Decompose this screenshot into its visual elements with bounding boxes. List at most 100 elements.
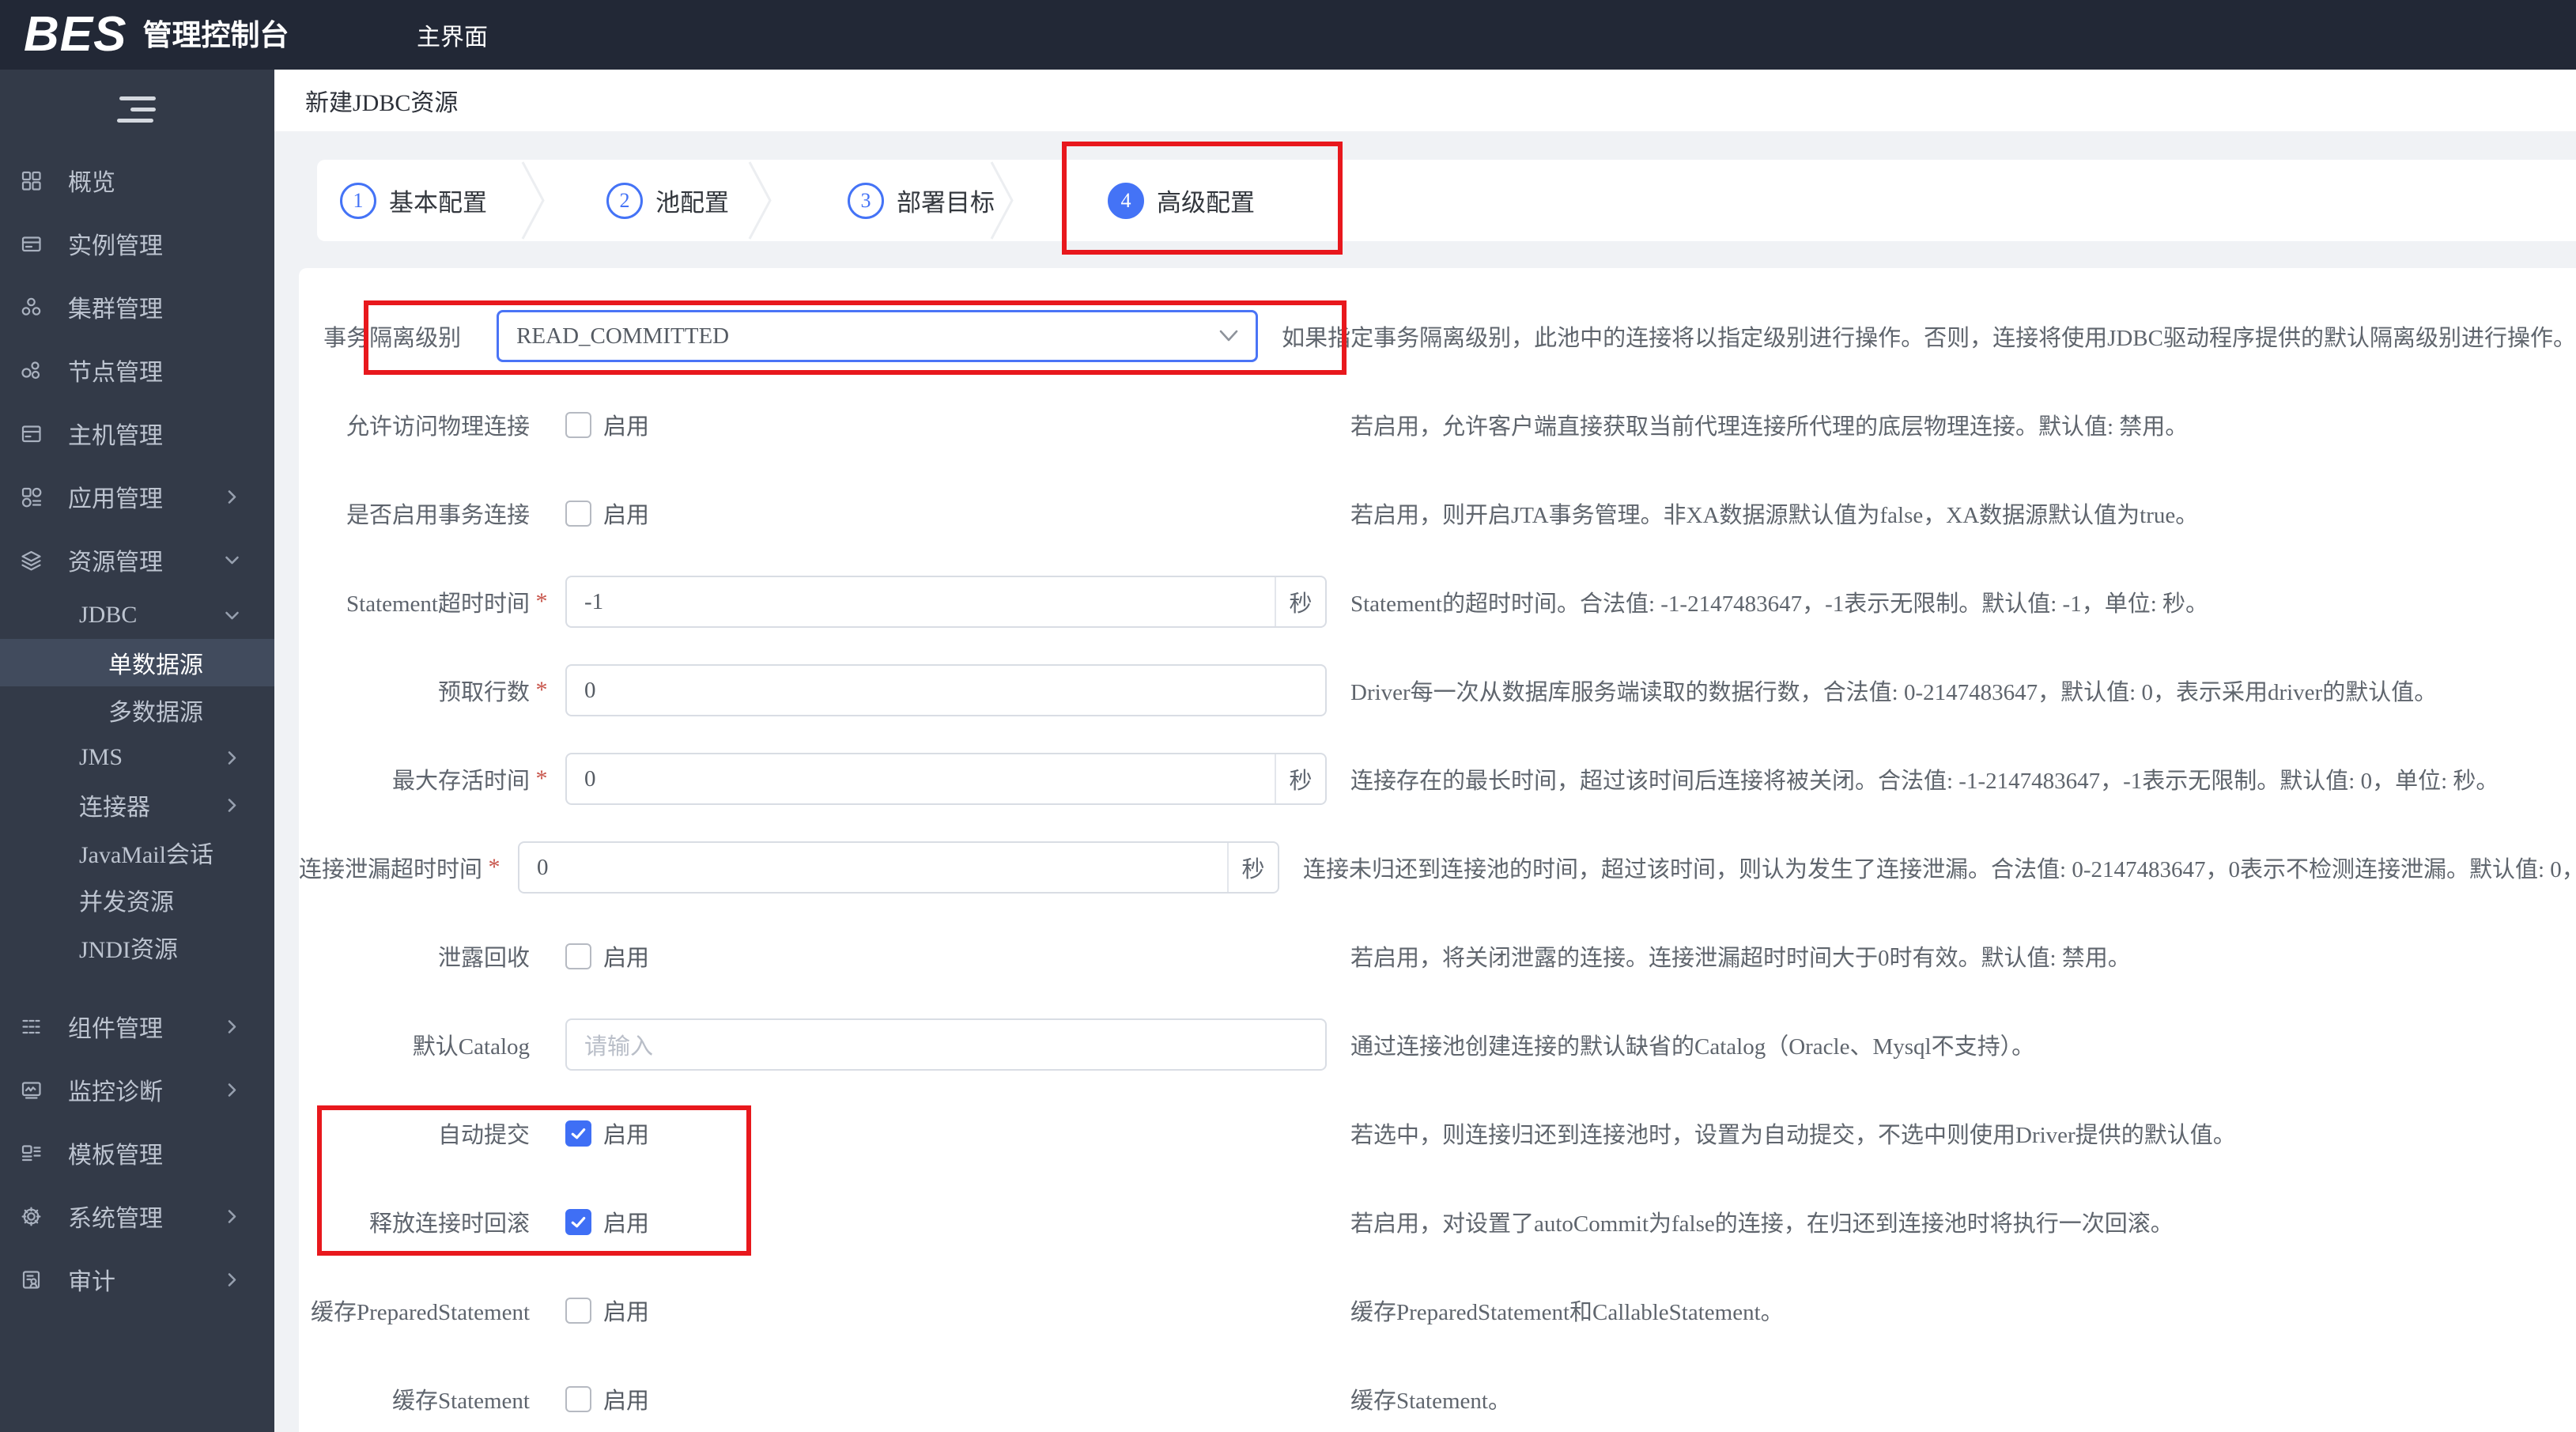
form-rows: 事务隔离级别 READ_COMMITTED 如果指定事务隔离级别，此池中的连接将以指… (299, 292, 2576, 1432)
field-control-connection-leak-timeout: 0秒 (518, 841, 1280, 894)
sidebar-item-templates[interactable]: 模板管理 (0, 1121, 274, 1185)
sidebar-item-label: 集群管理 (68, 297, 163, 323)
stepper-step-2[interactable]: 2 池配置 (606, 160, 729, 241)
bes-logo-text: BES (24, 7, 127, 62)
rollback-on-release-checkbox[interactable] (565, 1208, 591, 1235)
sidebar-item-label: JNDI资源 (79, 937, 178, 963)
field-description-enable-transaction-connection: 若启用，则开启JTA事务管理。非XA数据源默认值为false，XA数据源默认值为… (1350, 503, 2199, 528)
cluster-icon (21, 297, 42, 318)
tab-main-view[interactable]: 主界面 (417, 0, 488, 70)
sidebar-item-javamail[interactable]: JavaMail会话 (0, 829, 274, 876)
sidebar-item-jms[interactable]: JMS (0, 734, 274, 781)
sidebar-item-label: 组件管理 (68, 1016, 163, 1042)
sidebar-item-components[interactable]: 组件管理 (0, 995, 274, 1058)
field-description-default-catalog: 通过连接池创建连接的默认缺省的Catalog（Oracle、Mysql不支持）。 (1350, 1034, 2035, 1060)
field-label-text: 事务隔离级别 (323, 326, 462, 351)
instance-icon (21, 233, 42, 255)
chevron-right-icon (221, 1269, 243, 1290)
stepper-step-1[interactable]: 1 基本配置 (340, 160, 487, 241)
hamburger-bar (130, 107, 156, 111)
field-label-connection-leak-timeout: 连接泄漏超时时间 * (299, 851, 506, 884)
step-label: 部署目标 (897, 189, 995, 217)
cache-statement-checkbox[interactable] (565, 1385, 591, 1412)
sidebar-item-monitoring[interactable]: 监控诊断 (0, 1058, 274, 1121)
cache-prepared-statement-checkbox[interactable] (565, 1297, 591, 1324)
step-separator-chevron (520, 160, 547, 241)
step-label: 池配置 (655, 189, 729, 217)
connection-leak-timeout-input[interactable]: 0秒 (518, 841, 1280, 894)
required-asterisk: * (535, 765, 548, 792)
sidebar-item-resources[interactable]: 资源管理 (0, 528, 274, 591)
form-row-allow-physical-connection: 允许访问物理连接 启用 若启用，允许客户端直接获取当前代理连接所代理的底层物理连接。… (299, 380, 2576, 469)
allow-physical-connection-checkbox[interactable] (565, 411, 591, 438)
input-value: 0 (584, 677, 596, 703)
sidebar-item-jdbc[interactable]: JDBC (0, 591, 274, 639)
required-asterisk: * (535, 588, 548, 614)
field-description-leak-reclaim: 若启用，将关闭泄露的连接。连接泄漏超时时间大于0时有效。默认值: 禁用。 (1350, 946, 2131, 971)
bes-logo: BES 管理控制台 (24, 0, 289, 70)
field-label-text: 缓存PreparedStatement (310, 1300, 530, 1325)
default-catalog-input[interactable]: 请输入 (565, 1018, 1327, 1071)
statement-timeout-input[interactable]: -1 秒 (565, 576, 1327, 628)
hamburger-bar (116, 118, 153, 123)
sidebar-item-label: 资源管理 (68, 550, 163, 576)
sidebar-item-audit[interactable]: 审计 (0, 1248, 274, 1311)
form-row-cache-prepared-statement: 缓存PreparedStatement 启用 缓存PreparedStatement… (299, 1266, 2576, 1355)
step-label: 基本配置 (389, 189, 487, 217)
host-icon (21, 423, 42, 444)
sidebar-item-single-datasource[interactable]: 单数据源 (0, 639, 274, 686)
input-unit-suffix: 秒 (1275, 577, 1325, 626)
sidebar-item-multi-datasource[interactable]: 多数据源 (0, 686, 274, 734)
txn-isolation-select[interactable]: READ_COMMITTED (497, 310, 1259, 362)
checkbox-label: 启用 (603, 946, 650, 971)
sidebar-item-nodes[interactable]: 节点管理 (0, 338, 274, 402)
leak-reclaim-checkbox[interactable] (565, 943, 591, 969)
enable-transaction-connection-checkbox[interactable] (565, 500, 591, 527)
sidebar-item-clusters[interactable]: 集群管理 (0, 275, 274, 338)
input-unit-suffix: 秒 (1227, 843, 1278, 892)
sidebar-item-label: JMS (79, 744, 123, 770)
sidebar-item-label: 审计 (68, 1269, 115, 1295)
field-description-cache-prepared-statement: 缓存PreparedStatement和CallableStatement。 (1350, 1300, 1784, 1325)
form-row-prefetch-rows: 预取行数 * 0 Driver每一次从数据库服务端读取的数据行数，合法值: 0-214… (299, 646, 2576, 735)
sidebar-item-hosts[interactable]: 主机管理 (0, 402, 274, 465)
template-icon (21, 1143, 42, 1164)
field-description-max-lifetime: 连接存在的最长时间，超过该时间后连接将被关闭。合法值: -1-214748364… (1350, 769, 2499, 794)
step-separator-chevron (747, 160, 774, 241)
bes-logo-subtitle: 管理控制台 (142, 18, 289, 51)
field-label-text: Statement超时时间 (346, 591, 530, 617)
prefetch-rows-input[interactable]: 0 (565, 664, 1327, 716)
select-value: READ_COMMITTED (516, 323, 730, 349)
stepper-step-4[interactable]: 4 高级配置 (1108, 160, 1255, 241)
field-control-rollback-on-release: 启用 (565, 1205, 1327, 1238)
sidebar-collapse-icon[interactable] (0, 70, 274, 149)
step-number-badge: 3 (848, 182, 884, 219)
sidebar-item-concurrent[interactable]: 并发资源 (0, 876, 274, 924)
checkbox-label: 启用 (603, 414, 650, 440)
form-row-cache-statement: 缓存Statement 启用 缓存Statement。 (299, 1355, 2576, 1432)
sidebar-item-instances[interactable]: 实例管理 (0, 212, 274, 275)
field-description-connection-leak-timeout: 连接未归还到连接池的时间，超过该时间，则认为发生了连接泄漏。合法值: 0-214… (1303, 857, 2576, 882)
sidebar-item-overview[interactable]: 概览 (0, 149, 274, 212)
field-description-prefetch-rows: Driver每一次从数据库服务端读取的数据行数，合法值: 0-214748364… (1350, 680, 2438, 705)
sidebar-item-jndi[interactable]: JNDI资源 (0, 924, 274, 971)
field-label-text: 缓存Statement (392, 1389, 530, 1414)
chevron-right-icon (221, 795, 243, 816)
sidebar-item-label: 主机管理 (68, 423, 163, 449)
stepper-step-3[interactable]: 3 部署目标 (848, 160, 995, 241)
field-control-statement-timeout: -1 秒 (565, 576, 1327, 628)
field-description-cache-statement: 缓存Statement。 (1350, 1389, 1511, 1414)
sidebar-item-applications[interactable]: 应用管理 (0, 465, 274, 528)
sidebar-item-connectors[interactable]: 连接器 (0, 781, 274, 829)
sidebar-item-system[interactable]: 系统管理 (0, 1185, 274, 1248)
field-control-txn-isolation: READ_COMMITTED (497, 310, 1259, 362)
required-asterisk: * (535, 677, 548, 703)
auto-commit-checkbox[interactable] (565, 1120, 591, 1147)
chevron-right-icon (221, 1016, 243, 1037)
field-label-text: 最大存活时间 (391, 769, 530, 794)
sidebar-item-label: JavaMail会话 (79, 842, 213, 868)
max-lifetime-input[interactable]: 0秒 (565, 753, 1327, 805)
field-label-text: 默认Catalog (412, 1034, 530, 1060)
monitor-icon (21, 1079, 42, 1101)
